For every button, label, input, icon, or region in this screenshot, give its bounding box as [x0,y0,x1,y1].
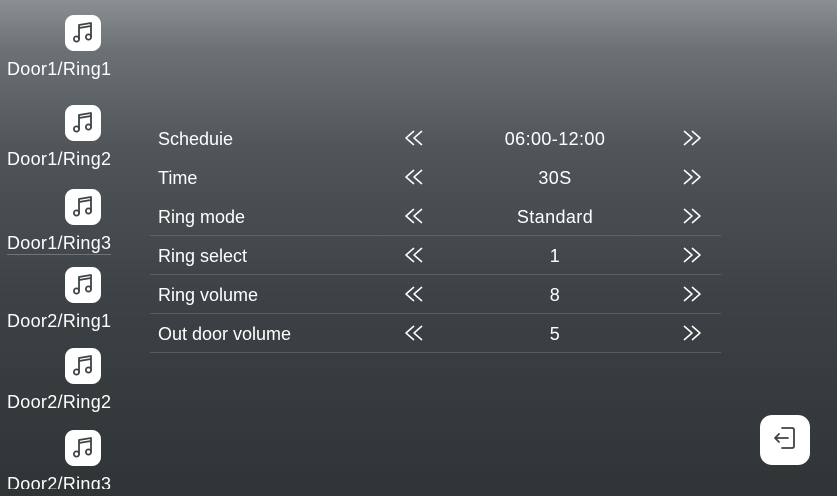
double-chevron-left-icon[interactable] [402,205,428,227]
double-chevron-right-icon[interactable] [678,322,704,344]
music-note-icon [65,430,101,466]
sidebar-item-label: Door1/Ring1 [7,59,112,79]
setting-label: Ring select [158,246,248,266]
double-chevron-right-icon[interactable] [678,283,704,305]
double-chevron-left-icon[interactable] [402,166,428,188]
double-chevron-right-icon[interactable] [678,127,704,149]
double-chevron-left-icon[interactable] [402,127,428,149]
setting-label: Ring volume [158,285,259,305]
setting-value: 8 [549,285,561,305]
sidebar-item-door1-ring3[interactable]: Door1/Ring3 [7,181,167,256]
sidebar-item-door2-ring1[interactable]: Door2/Ring1 [7,259,167,334]
sidebar-item-label: Door1/Ring2 [7,149,112,169]
double-chevron-right-icon[interactable] [678,205,704,227]
setting-label: Ring mode [158,207,246,227]
setting-row-out-door-volume: Out door volume 5 [150,314,721,353]
setting-value: 1 [549,246,561,266]
screen: Door1/Ring1 Door1/Ring2 Door1/Ring3 Door… [7,7,830,489]
setting-row-time: Time 30S [150,158,721,197]
setting-label: Scheduie [158,129,234,149]
double-chevron-left-icon[interactable] [402,244,428,266]
music-note-icon [65,105,101,141]
setting-row-ring-select: Ring select 1 [150,236,721,275]
setting-value: 30S [538,168,572,188]
sidebar-item-label: Door2/Ring1 [7,311,112,331]
setting-label: Time [158,168,198,188]
double-chevron-left-icon[interactable] [402,283,428,305]
music-note-icon [65,348,101,384]
setting-value: Standard [516,207,594,227]
sidebar: Door1/Ring1 Door1/Ring2 Door1/Ring3 Door… [7,7,167,489]
setting-label: Out door volume [158,324,292,344]
setting-row-ring-volume: Ring volume 8 [150,275,721,314]
setting-row-schedule: Scheduie 06:00-12:00 [150,119,721,158]
setting-value: 06:00-12:00 [504,129,606,149]
music-note-icon [65,15,101,51]
sidebar-item-door1-ring2[interactable]: Door1/Ring2 [7,97,167,172]
double-chevron-left-icon[interactable] [402,322,428,344]
double-chevron-right-icon[interactable] [678,244,704,266]
sidebar-item-door2-ring3[interactable]: Door2/Ring3 [7,422,167,489]
sidebar-item-label: Door1/Ring3 [7,233,112,255]
sidebar-item-label: Door2/Ring2 [7,392,112,412]
music-note-icon [65,267,101,303]
sidebar-item-door2-ring2[interactable]: Door2/Ring2 [7,340,167,415]
exit-button[interactable] [760,415,810,465]
sidebar-item-door1-ring1[interactable]: Door1/Ring1 [7,7,167,82]
music-note-icon [65,189,101,225]
double-chevron-right-icon[interactable] [678,166,704,188]
settings-list: Scheduie 06:00-12:00 Time 30S Ring mode [150,119,721,353]
setting-value: 5 [549,324,561,344]
setting-row-ring-mode: Ring mode Standard [150,197,721,236]
exit-icon [770,423,800,458]
sidebar-item-label: Door2/Ring3 [7,474,112,489]
